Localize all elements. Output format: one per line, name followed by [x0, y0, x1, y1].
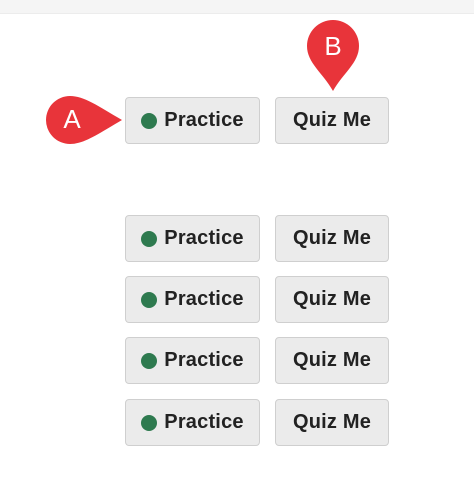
- practice-button[interactable]: Practice: [125, 97, 260, 144]
- quiz-me-button-label: Quiz Me: [292, 288, 372, 310]
- callout-marker-a: A: [46, 96, 122, 144]
- green-dot-icon: [141, 291, 158, 308]
- callout-pointer-right-icon: [46, 96, 122, 144]
- green-dot-icon: [141, 414, 158, 431]
- quiz-me-button[interactable]: Quiz Me: [275, 276, 389, 323]
- quiz-me-button[interactable]: Quiz Me: [275, 337, 389, 384]
- green-dot-icon: [141, 352, 158, 369]
- quiz-me-button[interactable]: Quiz Me: [275, 97, 389, 144]
- practice-button-label: Practice: [164, 349, 244, 371]
- quiz-me-button-label: Quiz Me: [292, 349, 372, 371]
- green-dot-icon: [141, 230, 158, 247]
- practice-button[interactable]: Practice: [125, 276, 260, 323]
- top-divider-strip: [0, 0, 474, 14]
- practice-button[interactable]: Practice: [125, 399, 260, 446]
- practice-button[interactable]: Practice: [125, 215, 260, 262]
- quiz-me-button-label: Quiz Me: [292, 227, 372, 249]
- practice-button-label: Practice: [164, 288, 244, 310]
- practice-button[interactable]: Practice: [125, 337, 260, 384]
- practice-button-label: Practice: [164, 411, 244, 433]
- pin-marker-b: B: [307, 20, 359, 91]
- marker-b-label: B: [324, 31, 341, 61]
- practice-button-label: Practice: [164, 227, 244, 249]
- marker-a-label: A: [63, 104, 81, 134]
- quiz-me-button-label: Quiz Me: [292, 411, 372, 433]
- quiz-me-button[interactable]: Quiz Me: [275, 215, 389, 262]
- quiz-me-button-label: Quiz Me: [292, 109, 372, 131]
- green-dot-icon: [141, 112, 158, 129]
- quiz-me-button[interactable]: Quiz Me: [275, 399, 389, 446]
- practice-button-label: Practice: [164, 109, 244, 131]
